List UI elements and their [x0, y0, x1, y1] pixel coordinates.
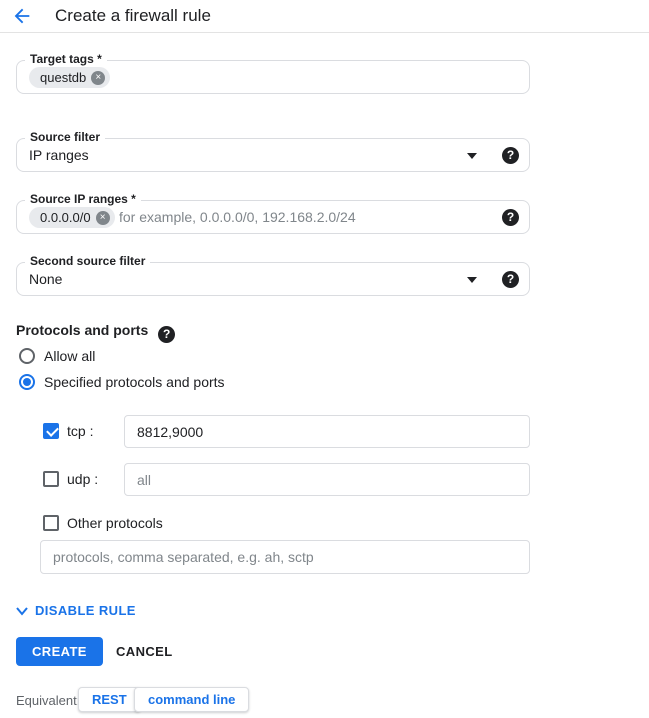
- source-ip-placeholder: for example, 0.0.0.0/0, 192.168.2.0/24: [119, 201, 356, 233]
- tcp-checkbox[interactable]: [43, 423, 59, 439]
- chip-label: questdb: [40, 70, 86, 85]
- udp-label: udp :: [67, 471, 98, 487]
- equivalent-label: Equivalent:: [16, 693, 80, 708]
- target-tag-chip: questdb ×: [29, 67, 110, 88]
- dropdown-caret-icon[interactable]: [467, 153, 477, 159]
- other-protocols-input[interactable]: [40, 540, 530, 574]
- help-icon[interactable]: ?: [158, 326, 175, 343]
- chevron-down-icon: [15, 604, 29, 618]
- page-title: Create a firewall rule: [55, 0, 211, 33]
- cancel-button[interactable]: CANCEL: [108, 637, 181, 666]
- other-protocols-label: Other protocols: [67, 515, 163, 531]
- target-tags-label: Target tags *: [25, 52, 107, 66]
- help-icon[interactable]: ?: [502, 147, 519, 164]
- radio-specified-protocols[interactable]: Specified protocols and ports: [19, 374, 225, 390]
- source-ip-chip: 0.0.0.0/0 ×: [29, 207, 115, 228]
- chip-remove-icon[interactable]: ×: [91, 71, 105, 85]
- disable-rule-toggle[interactable]: DISABLE RULE: [15, 603, 136, 618]
- chip-remove-icon[interactable]: ×: [96, 211, 110, 225]
- udp-ports-input[interactable]: [124, 463, 530, 496]
- help-icon[interactable]: ?: [502, 209, 519, 226]
- back-arrow-icon[interactable]: [11, 5, 35, 29]
- create-firewall-rule-page: Create a firewall rule Target tags * que…: [0, 0, 649, 718]
- chip-label: 0.0.0.0/0: [40, 210, 91, 225]
- help-icon[interactable]: ?: [502, 271, 519, 288]
- other-protocols-checkbox[interactable]: [43, 515, 59, 531]
- radio-icon[interactable]: [19, 348, 35, 364]
- second-source-filter-select[interactable]: Second source filter None ?: [16, 262, 530, 296]
- source-filter-select[interactable]: Source filter IP ranges ?: [16, 138, 530, 172]
- command-line-button[interactable]: command line: [134, 687, 249, 712]
- source-filter-value: IP ranges: [29, 139, 89, 171]
- radio-selected-icon[interactable]: [19, 374, 35, 390]
- second-source-filter-value: None: [29, 263, 62, 295]
- disable-rule-label: DISABLE RULE: [35, 603, 136, 618]
- source-ip-ranges-field[interactable]: Source IP ranges * 0.0.0.0/0 × for examp…: [16, 200, 530, 234]
- target-tags-field[interactable]: Target tags * questdb ×: [16, 60, 530, 94]
- header: Create a firewall rule: [0, 0, 649, 33]
- dropdown-caret-icon[interactable]: [467, 277, 477, 283]
- rest-button[interactable]: REST: [78, 687, 141, 712]
- radio-allow-all[interactable]: Allow all: [19, 348, 95, 364]
- create-button[interactable]: CREATE: [16, 637, 103, 666]
- tcp-ports-input[interactable]: [124, 415, 530, 448]
- udp-checkbox[interactable]: [43, 471, 59, 487]
- protocols-and-ports-heading: Protocols and ports ?: [16, 322, 175, 343]
- tcp-label: tcp :: [67, 423, 93, 439]
